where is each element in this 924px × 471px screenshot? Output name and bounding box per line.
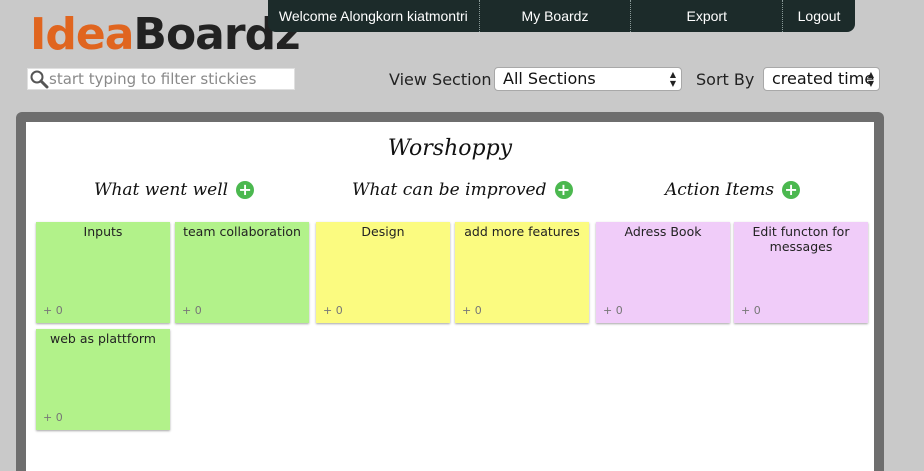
view-section-value: All Sections — [503, 69, 596, 88]
section-title: Action Items — [665, 180, 775, 200]
vote-count[interactable]: + 0 — [323, 304, 343, 317]
section-title: What can be improved — [352, 180, 547, 200]
sort-by-label: Sort By — [696, 70, 755, 89]
up-down-arrows-icon: ▲ ▼ — [867, 70, 875, 88]
section-header-what-can-be-improved: What can be improved + — [352, 180, 573, 200]
sort-by-value: created time — [772, 69, 875, 88]
sticky-note[interactable]: add more features + 0 — [455, 222, 589, 323]
vote-count[interactable]: + 0 — [43, 411, 63, 424]
sticky-note[interactable]: Inputs + 0 — [36, 222, 170, 323]
logout-link[interactable]: Logout — [783, 0, 855, 32]
view-section-label: View Section — [389, 70, 492, 89]
welcome-user-text: Welcome Alongkorn kiatmontri — [278, 8, 468, 24]
sticky-text: Adress Book — [624, 224, 702, 239]
vote-count[interactable]: + 0 — [182, 304, 202, 317]
vote-count[interactable]: + 0 — [462, 304, 482, 317]
vote-count[interactable]: + 0 — [603, 304, 623, 317]
view-section-select[interactable]: All Sections ▲ ▼ — [494, 67, 682, 91]
sticky-note[interactable]: team collaboration + 0 — [175, 222, 309, 323]
add-sticky-button[interactable]: + — [554, 181, 573, 199]
section-title: What went well — [94, 180, 229, 200]
magnifier-icon — [30, 70, 49, 89]
up-down-arrows-icon: ▲ ▼ — [669, 70, 677, 88]
board-title: Worshoppy — [387, 136, 513, 161]
sticky-text: Design — [361, 224, 405, 239]
top-nav: Welcome Alongkorn kiatmontri My Boardz E… — [268, 0, 855, 32]
section-header-action-items: Action Items + — [665, 180, 801, 200]
sticky-text: team collaboration — [183, 224, 301, 239]
my-boardz-link[interactable]: My Boardz — [480, 0, 631, 32]
section-header-what-went-well: What went well + — [94, 180, 255, 200]
add-sticky-button[interactable]: + — [782, 181, 801, 199]
sticky-text: Edit functon for messages — [752, 224, 850, 254]
filter-stickies-input[interactable] — [49, 70, 289, 88]
vote-count[interactable]: + 0 — [43, 304, 63, 317]
ideaboardz-logo: IdeaBoardz — [30, 9, 301, 60]
sticky-note[interactable]: web as plattform + 0 — [36, 329, 170, 430]
sticky-note[interactable]: Design + 0 — [316, 222, 450, 323]
logo-part-idea: Idea — [30, 9, 134, 60]
sticky-note[interactable]: Adress Book + 0 — [596, 222, 730, 323]
sticky-text: web as plattform — [50, 331, 156, 346]
vote-count[interactable]: + 0 — [741, 304, 761, 317]
sort-by-select[interactable]: created time ▲ ▼ — [763, 67, 880, 91]
board: Worshoppy What went well + What can be i… — [26, 122, 874, 471]
export-link[interactable]: Export — [631, 0, 782, 32]
sticky-text: add more features — [464, 224, 580, 239]
sticky-note[interactable]: Edit functon for messages + 0 — [734, 222, 868, 323]
add-sticky-button[interactable]: + — [236, 181, 255, 199]
sticky-text: Inputs — [83, 224, 123, 239]
filter-stickies-field[interactable] — [27, 68, 295, 90]
